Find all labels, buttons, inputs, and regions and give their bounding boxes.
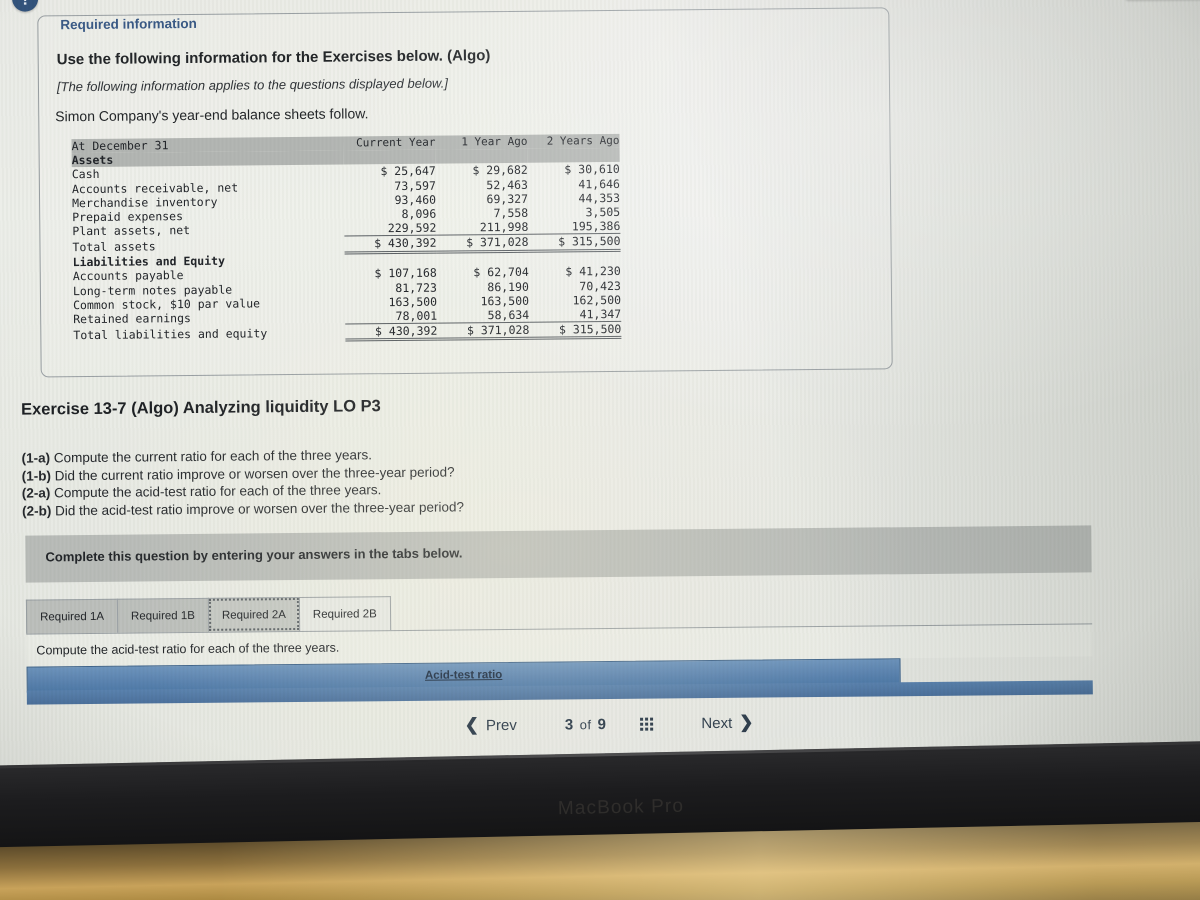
question-text: Did the acid-test ratio improve or worse… (51, 498, 465, 518)
row-value (527, 148, 620, 164)
question-tag: (2-b) (21, 502, 52, 519)
exercise-title: Exercise 13-7 (Algo) Analyzing liquidity… (20, 397, 381, 419)
prev-question-button[interactable]: ❮ Prev (465, 715, 517, 735)
tab-label: Required 2B (312, 607, 377, 621)
row-value: $ 41,230 (565, 264, 621, 279)
row-value (345, 252, 437, 267)
answer-panel-question: Compute the acid-test ratio for each of … (36, 640, 340, 658)
row-value: 93,460 (394, 192, 437, 207)
row-value: 163,500 (480, 293, 530, 308)
row-value (437, 251, 529, 266)
balance-sheet-table: At December 31 Current Year 1 Year Ago 2 Ye… (71, 133, 622, 345)
tab-required-2b[interactable]: Required 2B (298, 596, 391, 631)
row-value: 70,423 (579, 278, 621, 293)
row-value: 58,634 (487, 307, 530, 323)
row-value: 163,500 (388, 294, 438, 309)
tab-label: Required 1A (40, 610, 105, 623)
question-tag: (2-a) (21, 485, 51, 501)
row-value: $ 107,168 (374, 265, 437, 281)
info-icon-glyph: ! (22, 0, 28, 8)
webpage-content: ! Check my wo Required information Use t… (0, 0, 1200, 776)
tab-required-2a[interactable]: Required 2A (207, 596, 301, 632)
row-value: 73,597 (394, 178, 437, 193)
answer-instruction-text: Complete this question by entering your … (45, 545, 463, 565)
exercise-question-list: (1-a) Compute the current ratio for each… (21, 445, 464, 519)
row-value: Current Year (343, 135, 436, 151)
row-value (435, 148, 528, 165)
row-value: 211,998 (479, 219, 529, 235)
row-value: $ 430,392 (345, 323, 438, 341)
info-alert-icon: ! (11, 0, 39, 12)
row-value: 162,500 (572, 292, 622, 308)
row-value: $ 62,704 (473, 265, 529, 280)
row-value: 41,646 (578, 176, 620, 191)
row-value: 69,327 (486, 191, 529, 206)
tab-label: Required 1B (130, 609, 195, 623)
question-tag: (1-a) (21, 450, 51, 466)
row-value: 44,353 (578, 190, 621, 206)
page-indicator: 3 of 9 (565, 716, 607, 733)
row-label: Total liabilities and equity (73, 325, 268, 342)
row-value: 229,592 (387, 220, 437, 236)
tab-required-1b[interactable]: Required 1B (116, 597, 210, 633)
prev-label: Prev (485, 716, 517, 734)
next-question-button[interactable]: Next ❯ (701, 713, 753, 733)
row-value: $ 30,610 (564, 162, 620, 177)
exercise-question: (2-b) Did the acid-test ratio improve or… (22, 498, 464, 520)
row-value: 7,558 (493, 205, 529, 221)
total-pages-number: 9 (597, 715, 607, 733)
chevron-left-icon: ❮ (464, 715, 480, 735)
tab-label: Required 2A (221, 608, 286, 622)
page-of-label: of (579, 716, 592, 732)
row-value: $ 25,647 (380, 164, 436, 179)
question-text: Compute the current ratio for each of th… (49, 447, 373, 466)
screen-surface: ! Check my wo Required information Use t… (0, 0, 1200, 776)
chevron-right-icon: ❯ (739, 712, 754, 732)
row-value: 41,347 (579, 306, 622, 322)
row-value: 86,190 (487, 279, 529, 294)
question-text: Compute the acid-test ratio for each of … (50, 482, 382, 501)
row-value: 195,386 (571, 219, 621, 234)
row-value: 3,505 (585, 204, 621, 220)
question-text: Did the current ratio improve or worsen … (50, 463, 455, 483)
macbook-pro-label: MacBook Pro (557, 795, 685, 820)
required-information-title: Required information (60, 15, 197, 33)
row-value (343, 149, 436, 165)
tab-required-1a[interactable]: Required 1A (25, 598, 119, 634)
row-value: $ 371,028 (436, 234, 529, 252)
row-value: $ 315,500 (529, 321, 622, 339)
row-value: $ 29,682 (472, 163, 528, 178)
laptop-screen-photo: ! Check my wo Required information Use t… (0, 0, 1200, 900)
row-value: 81,723 (395, 280, 437, 295)
question-pager: ❮ Prev 3 of 9 Next ❯ (0, 696, 1200, 752)
balance-sheet-intro: Simon Company's year-end balance sheets … (55, 105, 369, 125)
answer-instruction-band: Complete this question by entering your … (25, 525, 1092, 583)
next-label: Next (701, 714, 733, 732)
row-value: $ 430,392 (344, 235, 437, 253)
row-value: 2 Years Ago (527, 133, 620, 149)
row-value: 1 Year Ago (435, 134, 528, 150)
row-value: $ 315,500 (528, 233, 621, 251)
question-tag: (1-b) (21, 467, 52, 484)
row-value: 78,001 (395, 308, 438, 323)
current-page-number: 3 (564, 715, 574, 733)
row-value: 8,096 (401, 206, 437, 221)
row-value (529, 250, 621, 265)
row-value: $ 371,028 (437, 322, 530, 340)
question-grid-icon[interactable] (640, 717, 654, 731)
row-value: 52,463 (486, 177, 528, 192)
